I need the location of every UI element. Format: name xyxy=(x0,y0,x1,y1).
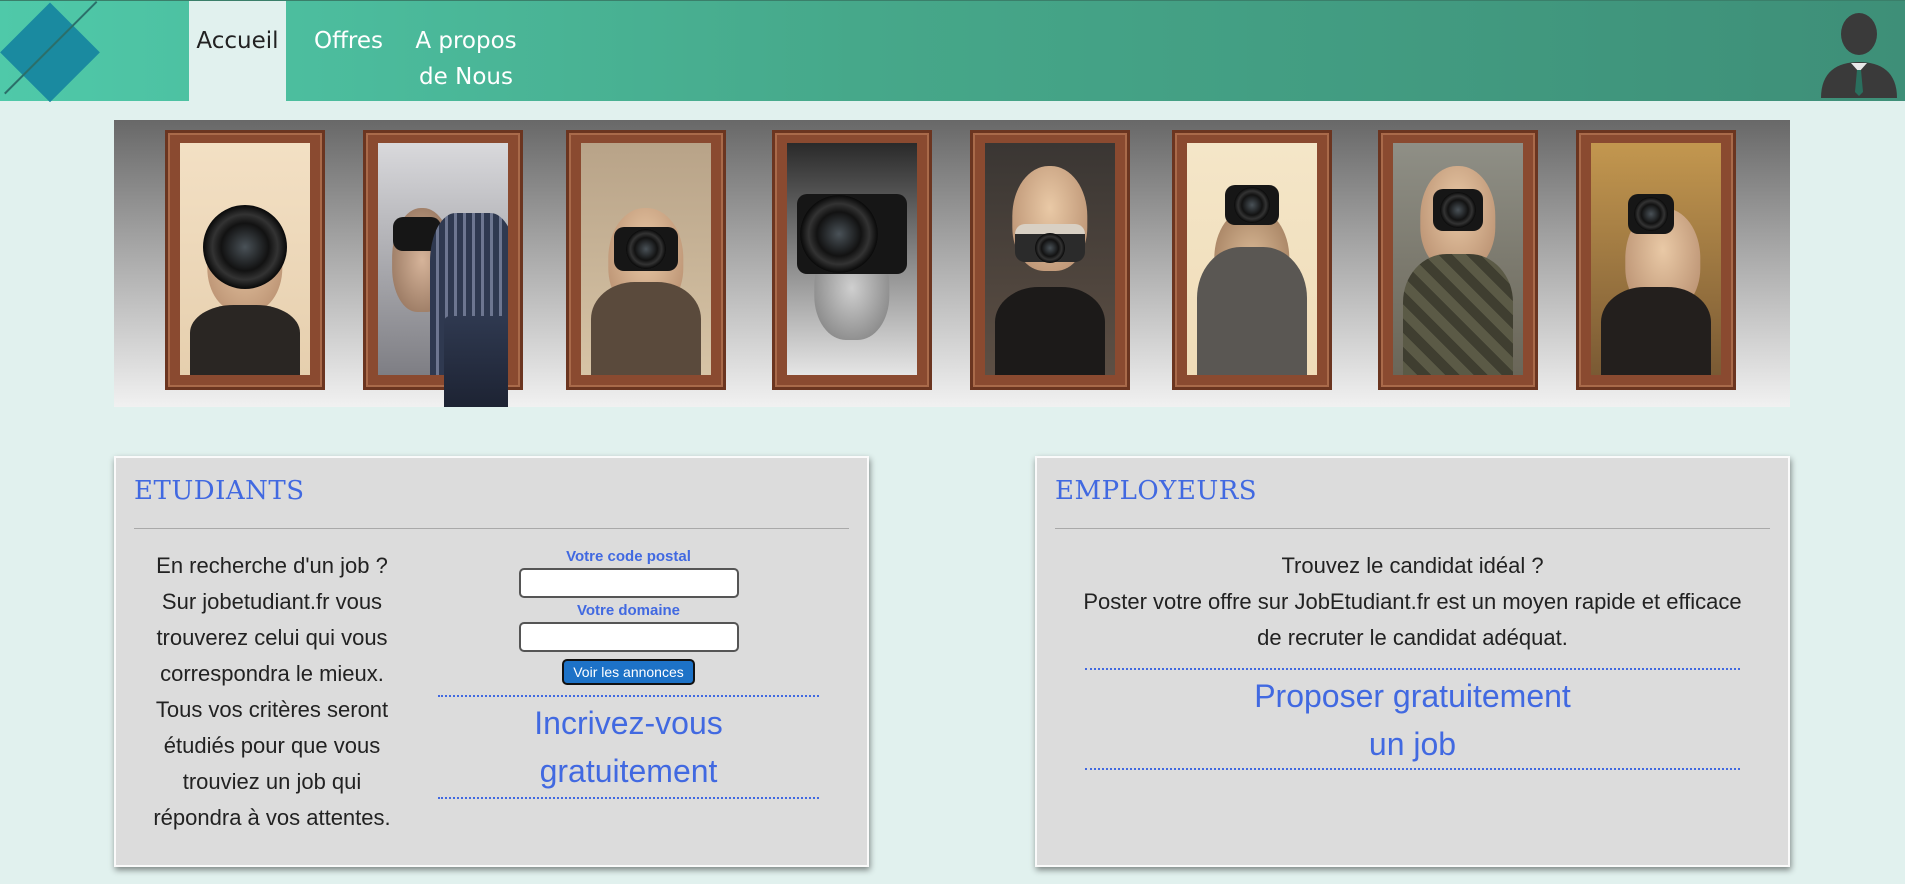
description-line: En recherche d'un job ? xyxy=(156,553,388,578)
divider xyxy=(1055,528,1770,529)
logo-diamond-icon[interactable] xyxy=(0,1,190,102)
banner-photo-overflow xyxy=(444,316,508,407)
dotted-divider xyxy=(438,797,819,799)
job-search-form: Votre code postal Votre domaine Voir les… xyxy=(438,546,819,685)
students-title: ETUDIANTS xyxy=(134,476,305,506)
nav-item-label-line1: A propos xyxy=(415,28,517,54)
divider xyxy=(134,528,849,529)
banner-photo xyxy=(1172,130,1332,390)
description-line: Tous vos critères seront xyxy=(155,697,389,722)
description-line: Poster votre offre sur JobEtudiant.fr es… xyxy=(1083,589,1742,614)
description-line: étudiés pour que vous xyxy=(163,733,381,758)
photographers-banner xyxy=(114,120,1790,407)
post-job-line1: Proposer gratuitement xyxy=(1254,678,1571,714)
description-line: correspondra le mieux. xyxy=(160,661,384,686)
top-navbar: Accueil Offres A propos de Nous xyxy=(0,0,1905,102)
student-signup: Incrivez-vous gratuitement xyxy=(438,695,819,799)
domain-label: Votre domaine xyxy=(576,602,681,619)
students-description: En recherche d'un job ? Sur jobetudiant.… xyxy=(136,548,408,836)
description-line: trouviez un job qui xyxy=(182,769,362,794)
postal-code-label: Votre code postal xyxy=(566,548,691,565)
banner-photo xyxy=(165,130,325,390)
employers-description: Trouvez le candidat idéal ? Poster votre… xyxy=(1055,548,1770,656)
nav-item-accueil[interactable]: Accueil xyxy=(189,1,286,102)
student-signup-link[interactable]: Incrivez-vous gratuitement xyxy=(438,697,819,797)
post-job-cta: Proposer gratuitement un job xyxy=(1085,668,1740,770)
nav-item-a-propos[interactable]: A propos de Nous xyxy=(411,1,521,102)
employers-card: EMPLOYEURS Trouvez le candidat idéal ? P… xyxy=(1035,456,1790,867)
nav-item-label: Offres xyxy=(313,28,384,54)
nav-item-label-line2: de Nous xyxy=(419,64,513,90)
description-line: Trouvez le candidat idéal ? xyxy=(1281,553,1544,578)
nav-item-offres[interactable]: Offres xyxy=(286,1,411,102)
banner-photo xyxy=(772,130,932,390)
signup-link-line2: gratuitement xyxy=(539,753,718,789)
description-line: de recruter le candidat adéquat. xyxy=(1257,625,1568,650)
view-listings-button[interactable]: Voir les annonces xyxy=(562,659,695,685)
post-job-link[interactable]: Proposer gratuitement un job xyxy=(1085,670,1740,768)
user-avatar-icon[interactable] xyxy=(1813,6,1905,98)
students-card: ETUDIANTS En recherche d'un job ? Sur jo… xyxy=(114,456,869,867)
post-job-line2: un job xyxy=(1368,726,1457,762)
main-nav: Accueil Offres A propos de Nous xyxy=(189,1,521,102)
postal-code-input[interactable] xyxy=(518,568,739,598)
banner-photo xyxy=(566,130,726,390)
banner-photo xyxy=(1378,130,1538,390)
dotted-divider xyxy=(1085,768,1740,770)
description-line: Sur jobetudiant.fr vous xyxy=(161,589,383,614)
signup-link-line1: Incrivez-vous xyxy=(534,705,723,741)
banner-photo xyxy=(970,130,1130,390)
nav-item-label: Accueil xyxy=(196,28,279,54)
description-line: trouverez celui qui vous xyxy=(156,625,388,650)
employers-title: EMPLOYEURS xyxy=(1055,476,1258,506)
banner-photo xyxy=(1576,130,1736,390)
description-line: répondra à vos attentes. xyxy=(153,805,391,830)
domain-input[interactable] xyxy=(518,622,739,652)
